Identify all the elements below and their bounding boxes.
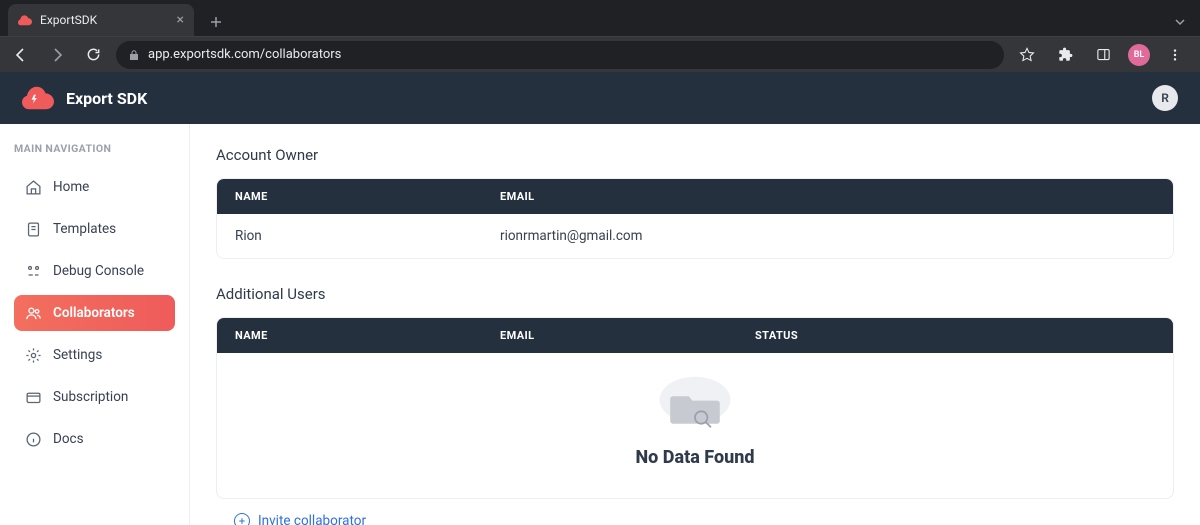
url-text: app.exportsdk.com/collaborators — [148, 47, 341, 62]
app-header: Export SDK R — [0, 72, 1200, 124]
templates-icon — [24, 220, 42, 238]
extensions-icon[interactable] — [1052, 42, 1078, 68]
tabs-dropdown-icon[interactable] — [1166, 8, 1194, 36]
col-name-header: NAME — [235, 190, 500, 203]
main-content: Account Owner NAME EMAIL Rion rionrmarti… — [190, 124, 1200, 525]
menu-icon[interactable] — [1162, 42, 1188, 68]
favicon-icon — [18, 13, 32, 27]
sidebar-item-label: Settings — [53, 347, 102, 363]
col-name-header: NAME — [235, 329, 500, 342]
sidebar-item-subscription[interactable]: Subscription — [14, 379, 175, 415]
avatar[interactable]: R — [1152, 85, 1178, 111]
reload-button[interactable] — [80, 42, 106, 68]
invite-label: Invite collaborator — [258, 513, 366, 525]
lock-icon — [128, 49, 140, 61]
sidebar-item-docs[interactable]: Docs — [14, 421, 175, 457]
new-tab-button[interactable] — [202, 8, 230, 36]
plus-circle-icon: + — [234, 513, 250, 525]
owner-email-cell: rionrmartin@gmail.com — [500, 228, 1155, 244]
col-email-header: EMAIL — [500, 190, 1155, 203]
empty-text: No Data Found — [636, 447, 755, 468]
back-button[interactable] — [8, 42, 34, 68]
tab-title: ExportSDK — [40, 13, 97, 27]
brand-name: Export SDK — [66, 89, 147, 108]
sidebar-item-debug[interactable]: Debug Console — [14, 253, 175, 289]
panel-icon[interactable] — [1090, 42, 1116, 68]
sidebar-item-label: Docs — [53, 431, 84, 447]
owner-name-cell: Rion — [235, 228, 500, 244]
gear-icon — [24, 346, 42, 364]
owner-table-header: NAME EMAIL — [217, 179, 1173, 214]
col-status-header: STATUS — [755, 329, 1055, 342]
collaborators-icon — [24, 304, 42, 322]
browser-tab[interactable]: ExportSDK × — [8, 4, 194, 36]
forward-button[interactable] — [44, 42, 70, 68]
card-icon — [24, 388, 42, 406]
close-tab-icon[interactable]: × — [177, 12, 184, 28]
users-table-header: NAME EMAIL STATUS — [217, 318, 1173, 353]
empty-folder-icon — [655, 375, 735, 437]
browser-chrome: ExportSDK × app.exportsdk.com/collaborat… — [0, 0, 1200, 72]
nav-heading: MAIN NAVIGATION — [14, 142, 175, 155]
tab-strip: ExportSDK × — [0, 0, 1200, 36]
info-icon — [24, 430, 42, 448]
debug-icon — [24, 262, 42, 280]
col-email-header: EMAIL — [500, 329, 755, 342]
sidebar-item-label: Collaborators — [53, 305, 135, 321]
sidebar-item-label: Templates — [53, 221, 116, 237]
account-owner-title: Account Owner — [216, 146, 1174, 164]
table-row: Rion rionrmartin@gmail.com — [217, 214, 1173, 258]
profile-badge[interactable]: BL — [1128, 44, 1150, 66]
browser-toolbar: app.exportsdk.com/collaborators BL — [0, 36, 1200, 72]
address-bar[interactable]: app.exportsdk.com/collaborators — [116, 41, 1004, 69]
empty-state: No Data Found — [217, 353, 1173, 498]
star-icon[interactable] — [1014, 42, 1040, 68]
logo-icon — [22, 85, 54, 111]
sidebar-item-collaborators[interactable]: Collaborators — [14, 295, 175, 331]
sidebar-item-home[interactable]: Home — [14, 169, 175, 205]
additional-users-title: Additional Users — [216, 285, 1174, 303]
sidebar-item-settings[interactable]: Settings — [14, 337, 175, 373]
sidebar-item-templates[interactable]: Templates — [14, 211, 175, 247]
sidebar-item-label: Subscription — [53, 389, 128, 405]
app-root: Export SDK R MAIN NAVIGATION Home Templa… — [0, 72, 1200, 525]
users-table: NAME EMAIL STATUS No Data Found — [216, 317, 1174, 499]
sidebar-item-label: Debug Console — [53, 263, 144, 279]
sidebar: MAIN NAVIGATION Home Templates Debug Con… — [0, 124, 190, 525]
owner-table: NAME EMAIL Rion rionrmartin@gmail.com — [216, 178, 1174, 259]
sidebar-item-label: Home — [53, 179, 89, 195]
invite-collaborator-button[interactable]: + Invite collaborator — [216, 509, 384, 525]
home-icon — [24, 178, 42, 196]
